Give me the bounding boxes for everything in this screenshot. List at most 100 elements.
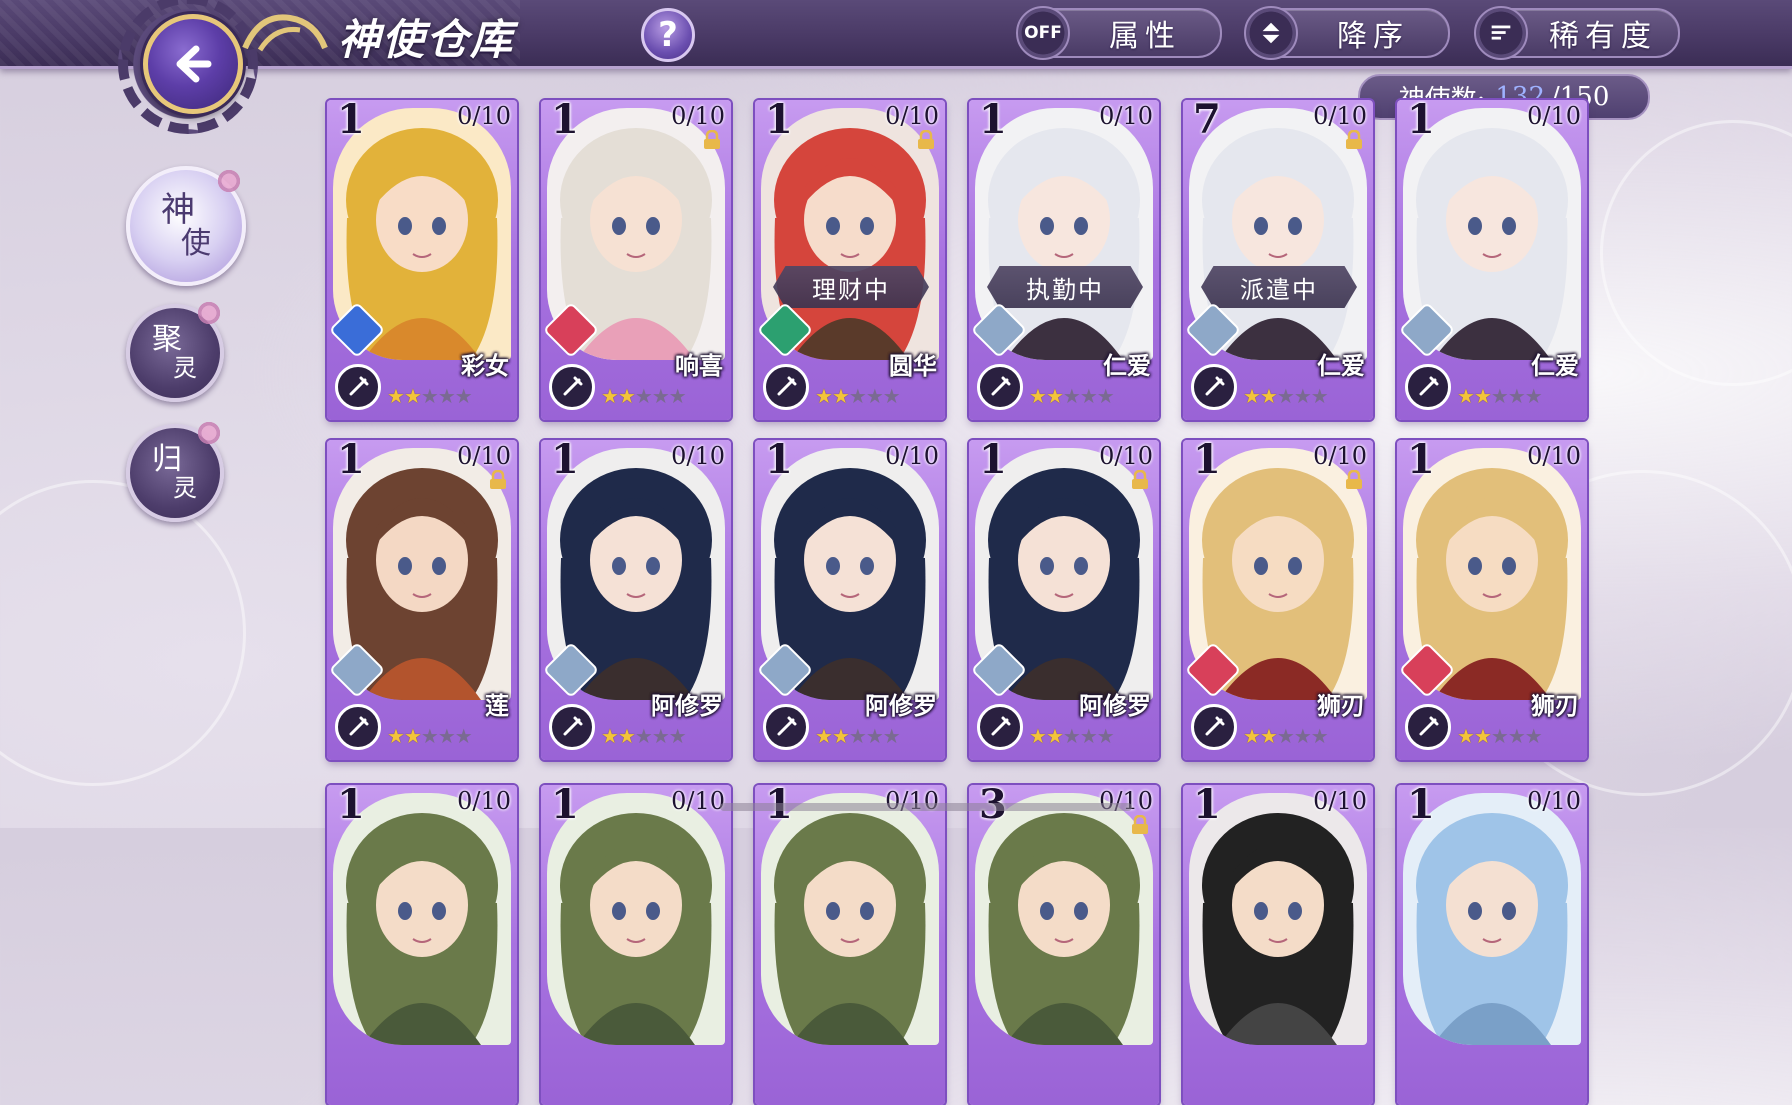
rarity-stars: ★★★★★ [1243, 384, 1329, 408]
unit-level: 1 [979, 440, 1007, 483]
unit-level: 1 [551, 785, 579, 828]
star-icon: ★ [634, 384, 653, 408]
unit-card[interactable]: 1 0/10 阿修罗 ★★★★★ [755, 440, 945, 760]
unit-name: 阿修罗 [1079, 691, 1151, 720]
unit-progress: 0/10 [457, 442, 511, 470]
unit-level: 1 [979, 100, 1007, 143]
star-icon: ★ [1079, 724, 1098, 748]
sakura-icon [216, 168, 242, 194]
star-icon: ★ [1029, 384, 1047, 408]
star-icon: ★ [601, 384, 619, 408]
attribute-filter-label: 属性 [1109, 19, 1181, 54]
unit-card[interactable]: 10/10 [755, 785, 945, 1105]
star-icon: ★ [403, 724, 422, 748]
star-icon: ★ [387, 724, 405, 748]
unit-progress: 0/10 [457, 787, 511, 815]
unit-status-badge: 派遣中 [1201, 266, 1357, 308]
unit-level: 1 [1407, 440, 1435, 483]
sort-icon [1244, 6, 1298, 60]
unit-card[interactable]: 1 0/10 阿修罗 ★★★★★ [969, 440, 1159, 760]
tab-juling-char1: 聚 [152, 322, 182, 357]
star-icon: ★ [882, 384, 901, 408]
scroll-indicator[interactable] [720, 803, 1132, 811]
lock-icon [1346, 130, 1362, 149]
star-icon: ★ [1473, 724, 1492, 748]
unit-level: 1 [1407, 785, 1435, 828]
unit-progress: 0/10 [457, 102, 511, 130]
star-icon: ★ [1062, 384, 1081, 408]
rarity-stars: ★★★★★ [815, 724, 901, 748]
star-icon: ★ [454, 384, 473, 408]
lock-icon [490, 470, 506, 489]
unit-progress: 0/10 [671, 442, 725, 470]
rarity-stars: ★★★★★ [1457, 724, 1543, 748]
unit-progress: 0/10 [1527, 787, 1581, 815]
unit-portrait [1189, 793, 1367, 1045]
star-icon: ★ [831, 724, 850, 748]
unit-progress: 0/10 [1099, 442, 1153, 470]
star-icon: ★ [865, 384, 884, 408]
star-icon: ★ [1243, 724, 1261, 748]
unit-card[interactable]: 1 0/10 响喜 ★★★★★ [541, 100, 731, 420]
star-icon: ★ [437, 384, 456, 408]
star-icon: ★ [848, 384, 867, 408]
unit-name: 圆华 [889, 351, 937, 380]
star-icon: ★ [668, 384, 687, 408]
star-icon: ★ [403, 384, 422, 408]
unit-card[interactable]: 1 0/10 仁爱 ★★★★★ [1397, 100, 1587, 420]
star-icon: ★ [831, 384, 850, 408]
unit-card[interactable]: 1 0/10 执勤中 仁爱 ★★★★★ [969, 100, 1159, 420]
unit-name: 响喜 [675, 351, 723, 380]
unit-card[interactable]: 1 0/10 狮刃 ★★★★★ [1397, 440, 1587, 760]
help-button[interactable]: ? [641, 8, 695, 62]
unit-card[interactable]: 1 0/10 理财中 圆华 ★★★★★ [755, 100, 945, 420]
star-icon: ★ [1473, 384, 1492, 408]
unit-card[interactable]: 1 0/10 彩女 ★★★★★ [327, 100, 517, 420]
unit-name: 狮刃 [1531, 691, 1579, 720]
star-icon: ★ [1457, 384, 1475, 408]
lock-icon [1132, 815, 1148, 834]
rarity-sort-button[interactable]: 稀有度 [1474, 6, 1680, 60]
unit-progress: 0/10 [1527, 442, 1581, 470]
tab-juling-char2: 灵 [173, 354, 197, 382]
star-icon: ★ [1293, 724, 1312, 748]
class-icon [763, 364, 809, 410]
attribute-filter-button[interactable]: OFF 属性 [1016, 6, 1222, 60]
unit-card[interactable]: 1 0/10 阿修罗 ★★★★★ [541, 440, 731, 760]
unit-card[interactable]: 30/10 [969, 785, 1159, 1105]
star-icon: ★ [437, 724, 456, 748]
unit-card[interactable]: 1 0/10 [1397, 785, 1587, 1105]
star-icon: ★ [882, 724, 901, 748]
unit-grid: 1 0/10 彩女 ★★★★★ 1 0/10 响喜 ★★★★★ 1 0/10 理财中 圆华… [327, 100, 1589, 1105]
star-icon: ★ [1507, 384, 1526, 408]
class-icon [977, 704, 1023, 750]
star-icon: ★ [1029, 724, 1047, 748]
unit-name: 阿修罗 [865, 691, 937, 720]
unit-name: 仁爱 [1531, 351, 1579, 380]
star-icon: ★ [1096, 724, 1115, 748]
sort-order-button[interactable]: 降序 [1244, 6, 1450, 60]
unit-name: 阿修罗 [651, 691, 723, 720]
unit-card[interactable]: 10/10 [1183, 785, 1373, 1105]
unit-level: 1 [337, 785, 365, 828]
star-icon: ★ [815, 384, 833, 408]
unit-level: 1 [551, 440, 579, 483]
unit-progress: 0/10 [1099, 102, 1153, 130]
unit-level: 1 [337, 440, 365, 483]
unit-card[interactable]: 1 0/10 莲 ★★★★★ [327, 440, 517, 760]
unit-progress: 0/10 [1313, 102, 1367, 130]
unit-level: 1 [1193, 785, 1221, 828]
class-icon [1405, 704, 1451, 750]
star-icon: ★ [1045, 384, 1064, 408]
unit-card[interactable]: 7 0/10 派遣中 仁爱 ★★★★★ [1183, 100, 1373, 420]
star-icon: ★ [420, 724, 439, 748]
back-button[interactable] [143, 14, 243, 114]
unit-card[interactable]: 10/10 [541, 785, 731, 1105]
unit-card[interactable]: 1 0/10 狮刃 ★★★★★ [1183, 440, 1373, 760]
rarity-stars: ★★★★★ [387, 724, 473, 748]
unit-progress: 0/10 [671, 102, 725, 130]
star-icon: ★ [1507, 724, 1526, 748]
unit-card[interactable]: 1 0/10 [327, 785, 517, 1105]
star-icon: ★ [454, 724, 473, 748]
unit-progress: 0/10 [885, 442, 939, 470]
